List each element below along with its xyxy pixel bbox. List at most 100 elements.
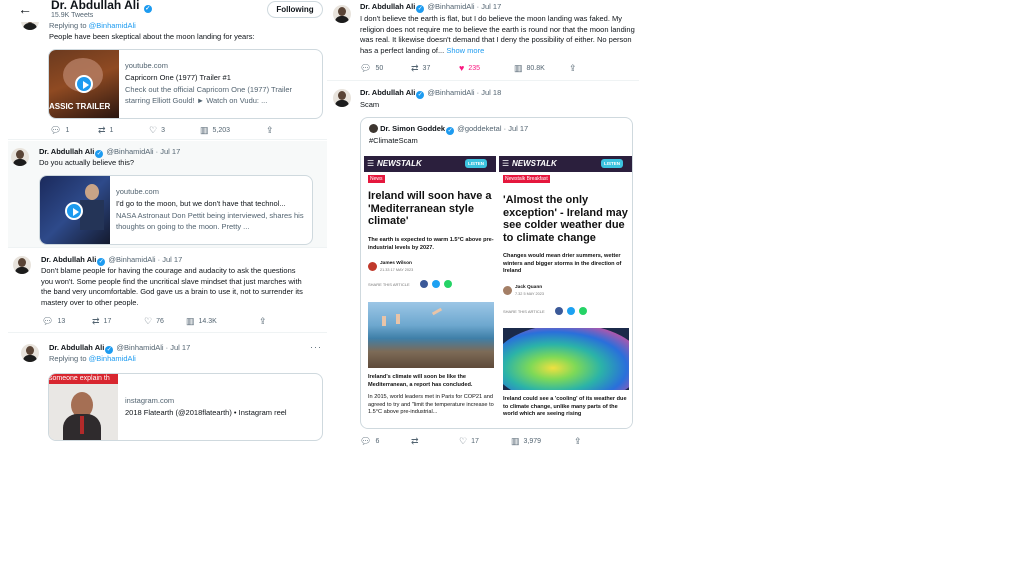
like-button[interactable]: ♡ 17: [459, 437, 479, 446]
retweet-icon: ⇄: [411, 63, 419, 73]
back-arrow-icon[interactable]: ←: [18, 1, 32, 17]
views-icon: ▥: [514, 63, 523, 73]
quoted-tweet[interactable]: Dr. Simon Goddek ✓ @goddeketal · Jul 17 #…: [360, 117, 633, 429]
tweet-date[interactable]: Jul 18: [481, 88, 501, 97]
reply-button[interactable]: 💬︎ 1: [50, 126, 69, 135]
article-headline: Ireland will soon have a 'Mediterranean …: [368, 190, 492, 227]
left-timeline: Replying to @BinhamidAli People have bee…: [8, 0, 330, 448]
author-name[interactable]: Dr. Abdullah Ali: [360, 88, 415, 97]
views-button[interactable]: ▥ 80.8K: [514, 64, 545, 73]
link-card-youtube[interactable]: ASSIC TRAILER youtube.com Capricorn One …: [48, 49, 323, 119]
reply-icon: 💬︎: [360, 436, 372, 446]
like-button[interactable]: ♡ 3: [149, 126, 165, 135]
author-name[interactable]: Dr. Abdullah Ali: [360, 2, 415, 11]
tweet-believe-this[interactable]: Dr. Abdullah Ali ✓ @BinhamidAli · Jul 17 …: [8, 141, 330, 248]
share-button[interactable]: ⇪: [266, 126, 274, 135]
share-button[interactable]: ⇪: [569, 64, 577, 73]
article-screenshot-colder-weather[interactable]: ☰ NEWSTALK LISTEN Newstalk Breakfast 'Al…: [499, 156, 632, 428]
newstalk-bar: ☰ NEWSTALK LISTEN: [499, 156, 632, 172]
share-button[interactable]: ⇪: [574, 437, 582, 446]
verified-badge-icon: ✓: [416, 91, 425, 99]
reply-button[interactable]: 💬︎ 50: [360, 64, 383, 73]
photo-caption: Ireland's climate will soon be like the …: [368, 374, 473, 388]
quoted-date[interactable]: Jul 17: [508, 124, 528, 133]
retweet-button[interactable]: ⇄ 17: [92, 317, 111, 326]
retweet-button[interactable]: ⇄: [411, 437, 423, 446]
author-handle[interactable]: @BinhamidAli: [106, 147, 153, 156]
retweet-button[interactable]: ⇄ 37: [411, 64, 430, 73]
retweet-icon: ⇄: [98, 125, 106, 135]
avatar[interactable]: [21, 344, 39, 362]
author-handle[interactable]: @BinhamidAli: [108, 255, 155, 264]
avatar[interactable]: [333, 89, 351, 107]
author-handle[interactable]: @BinhamidAli: [116, 343, 163, 352]
link-card-instagram[interactable]: someone explain th instagram.com 2018 Fl…: [48, 373, 323, 441]
author-handle[interactable]: @BinhamidAli: [427, 2, 474, 11]
tweet-date[interactable]: Jul 17: [170, 343, 190, 352]
profile-header: ← Dr. Abdullah Ali ✓ 15.9K Tweets Follow…: [8, 0, 330, 22]
article-screenshot-mediterranean[interactable]: ☰ NEWSTALK LISTEN News Ireland will soon…: [364, 156, 496, 428]
tweet-meta: Dr. Abdullah Ali ✓ @BinhamidAli · Jul 17: [49, 343, 191, 354]
like-button[interactable]: ♥ 235: [459, 64, 480, 73]
whatsapp-icon: [444, 280, 452, 288]
avatar[interactable]: [333, 5, 351, 23]
replying-to: Replying to @BinhamidAli: [49, 21, 136, 30]
author-handle[interactable]: @BinhamidAli: [427, 88, 474, 97]
retweet-button[interactable]: ⇄ 1: [98, 126, 113, 135]
tweet-date[interactable]: Jul 17: [160, 147, 180, 156]
quoted-author-handle[interactable]: @goddeketal: [457, 124, 501, 133]
replying-to-handle[interactable]: @BinhamidAli: [89, 354, 136, 363]
share-label: SHARE THIS ARTICLE: [503, 309, 545, 314]
play-icon[interactable]: [65, 202, 83, 220]
tweet-meta: Dr. Abdullah Ali ✓ @BinhamidAli · Jul 17: [41, 255, 183, 266]
share-button[interactable]: ⇪: [259, 317, 267, 326]
article-headline: 'Almost the only exception' - Ireland ma…: [503, 194, 628, 244]
views-button[interactable]: ▥ 14.3K: [186, 317, 217, 326]
article-date: 7.32 5 MAY 2023: [515, 292, 544, 296]
share-icon: ⇪: [259, 316, 267, 326]
newstalk-logo: NEWSTALK: [377, 159, 422, 168]
like-button[interactable]: ♡ 76: [144, 317, 164, 326]
views-button[interactable]: ▥ 3,979: [511, 437, 541, 446]
more-options-icon[interactable]: ···: [310, 342, 322, 352]
card-domain: youtube.com: [125, 61, 168, 70]
quoted-avatar[interactable]: [369, 124, 378, 133]
reply-button[interactable]: 💬︎ 6: [360, 437, 379, 446]
retweet-icon: ⇄: [92, 316, 100, 326]
author-name[interactable]: Dr. Abdullah Ali: [49, 343, 104, 352]
tweet-text: Don't blame people for having the courag…: [41, 266, 303, 307]
author-name[interactable]: Dr. Abdullah Ali: [39, 147, 94, 156]
tweet-count: 15.9K Tweets: [51, 12, 94, 19]
heart-icon: ♡: [144, 316, 153, 326]
quoted-text[interactable]: #ClimateScam: [369, 136, 418, 145]
views-icon: ▥: [200, 125, 209, 135]
author-avatar: [503, 286, 512, 295]
photo-caption: Ireland could see a 'cooling' of its wea…: [503, 396, 627, 417]
tweet-moon-landing-faked[interactable]: Dr. Abdullah Ali ✓ @BinhamidAli · Jul 17 …: [327, 0, 639, 81]
tweet-flatearth-reel[interactable]: Dr. Abdullah Ali ✓ @BinhamidAli · Jul 17 …: [8, 334, 330, 448]
replying-to-handle[interactable]: @BinhamidAli: [89, 21, 136, 30]
reply-button[interactable]: 💬︎ 13: [42, 317, 65, 326]
twitter-icon: [432, 280, 440, 288]
link-card-youtube[interactable]: youtube.com I'd go to the moon, but we d…: [39, 175, 313, 245]
avatar[interactable]: [11, 148, 29, 166]
facebook-icon: [420, 280, 428, 288]
share-icon: ⇪: [569, 63, 577, 73]
quoted-author-name[interactable]: Dr. Simon Goddek: [380, 124, 445, 133]
newstalk-bar: ☰ NEWSTALK LISTEN: [364, 156, 496, 172]
newstalk-logo: NEWSTALK: [512, 159, 557, 168]
video-thumbnail: [40, 176, 110, 244]
avatar[interactable]: [13, 256, 31, 274]
following-button[interactable]: Following: [267, 1, 323, 18]
play-icon[interactable]: [75, 75, 93, 93]
author-name[interactable]: Dr. Abdullah Ali: [41, 255, 96, 264]
menu-icon: ☰: [367, 159, 375, 168]
views-button[interactable]: ▥ 5,203: [200, 126, 230, 135]
twitter-icon: [567, 307, 575, 315]
show-more-link[interactable]: Show more: [446, 46, 484, 55]
tweet-date[interactable]: Jul 17: [162, 255, 182, 264]
tweet-courage[interactable]: Dr. Abdullah Ali ✓ @BinhamidAli · Jul 17 …: [8, 249, 330, 333]
article-photo-swimmers: [368, 302, 494, 368]
author-avatar: [368, 262, 377, 271]
tweet-date[interactable]: Jul 17: [481, 2, 501, 11]
